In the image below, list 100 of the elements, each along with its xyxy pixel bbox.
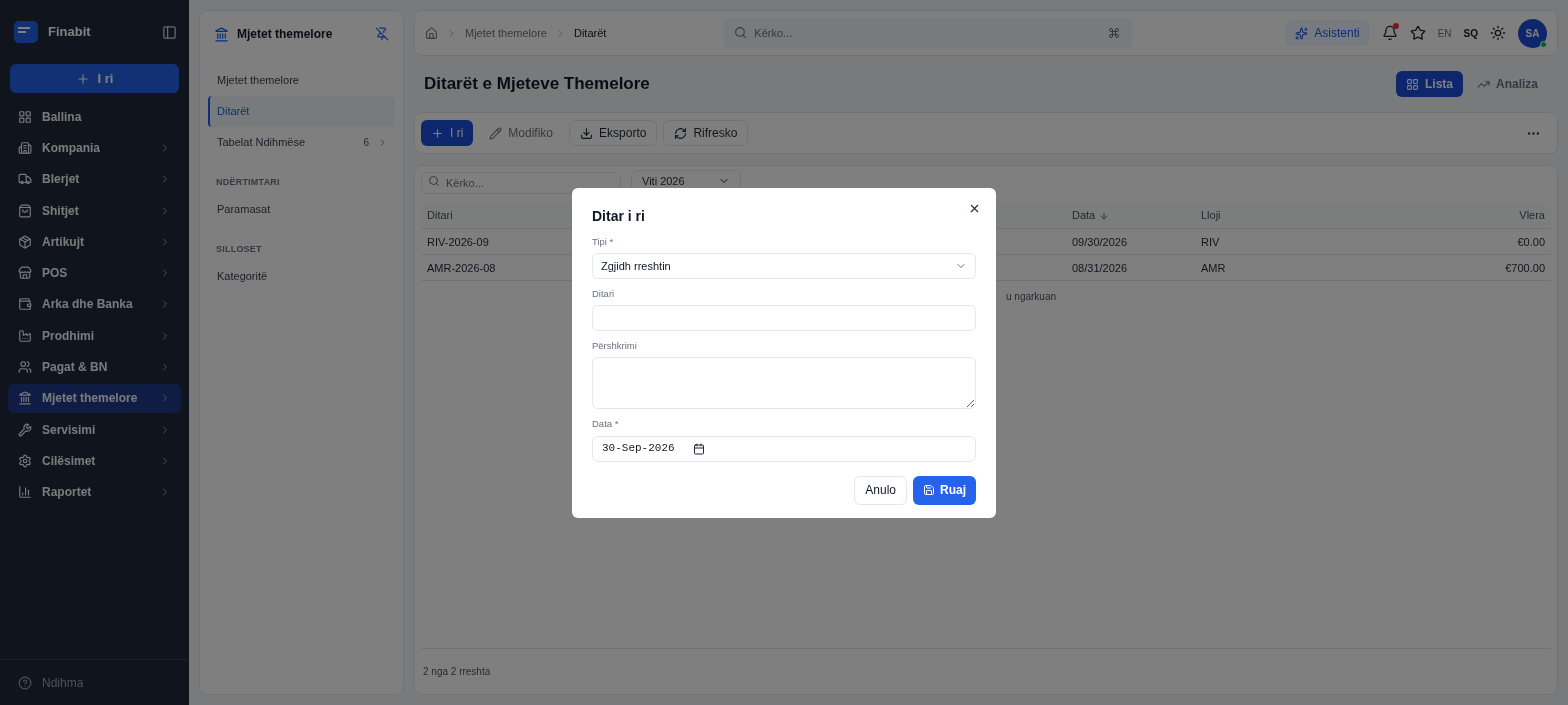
table-cell: AMR (1195, 255, 1351, 281)
command-icon (1108, 27, 1121, 39)
table-cell: €0.00 (1351, 229, 1551, 255)
nav-label: Ballina (42, 108, 82, 126)
search-icon (428, 175, 440, 187)
nav-item[interactable]: Artikujt (8, 227, 181, 257)
view-tab[interactable]: Analiza (1467, 71, 1548, 97)
nav-label: Arka dhe Banka (42, 296, 133, 314)
avatar[interactable]: SA (1518, 18, 1547, 48)
toolbar-button[interactable]: Rifresko (663, 120, 749, 146)
toolbar-button[interactable]: Eksporto (569, 120, 658, 146)
nav-label: Prodhimi (42, 327, 94, 345)
subnav-item[interactable]: Ditarët (208, 96, 395, 127)
sparkles-icon (1295, 26, 1309, 40)
sun-icon[interactable] (1490, 25, 1506, 41)
unpin-icon[interactable] (375, 27, 389, 41)
calendar-icon (692, 442, 705, 455)
subnav-label: Tabelat Ndihmëse (217, 135, 306, 151)
sort-arrow-icon (1099, 210, 1110, 221)
table-search-field[interactable]: Kërko... (421, 172, 621, 194)
text-field[interactable] (592, 305, 976, 331)
people-icon (18, 360, 32, 374)
nav-label: Mjetet themelore (42, 390, 138, 408)
breadcrumb[interactable]: Mjetet themelore (465, 24, 547, 42)
nav-item[interactable]: Ballina (8, 102, 181, 132)
nav-item[interactable]: Blerjet (8, 164, 181, 194)
nav-item[interactable]: Prodhimi (8, 321, 181, 351)
nav-item[interactable]: Shitjet (8, 195, 181, 226)
assistant-button[interactable]: Asistenti (1285, 20, 1370, 46)
nav-item[interactable]: Pagat & BN (8, 352, 181, 382)
search-field[interactable]: Kërko... (724, 18, 1133, 48)
nav-label: Servisimi (42, 421, 96, 439)
new-button[interactable]: I ri (10, 64, 179, 93)
plus-icon (431, 126, 444, 140)
dialog-title: Ditar i ri (592, 206, 646, 226)
nav-label: Pagat & BN (42, 359, 108, 376)
table-cell: 09/30/2026 (1066, 229, 1195, 255)
building-icon (18, 140, 32, 155)
building-icon (214, 26, 229, 42)
field-label: Data * (592, 417, 620, 432)
nav-item[interactable]: Cilësimet (8, 446, 181, 476)
table-cell: 08/31/2026 (1066, 255, 1195, 281)
save-icon (923, 484, 935, 496)
table-cell: RIV (1195, 229, 1351, 255)
field-label: Ditari (592, 286, 616, 301)
sidebar-toggle-icon[interactable] (162, 24, 177, 40)
subnav-item[interactable]: Paramasat (208, 194, 395, 225)
nav-label: POS (42, 265, 68, 283)
subnav-item[interactable]: Tabelat Ndihmëse 6 (208, 127, 395, 158)
item-count: 6 (363, 136, 369, 150)
subnav-label: Mjetet themelore (217, 73, 299, 89)
bell-icon[interactable] (1381, 25, 1398, 41)
table-cell: €700.00 (1351, 255, 1551, 281)
help-link[interactable]: Ndihma (42, 673, 84, 692)
gear-icon (18, 453, 32, 468)
subnav-item[interactable]: Kategoritë (208, 261, 395, 292)
view-tab[interactable]: Lista (1395, 71, 1463, 97)
subnav-label: Ditarët (217, 104, 250, 120)
box-icon (18, 234, 32, 249)
grid-icon (18, 109, 32, 124)
download-icon (580, 126, 594, 140)
plus-icon (75, 71, 90, 86)
type-select[interactable]: Zgjidh rreshtin (592, 252, 976, 279)
subnav-label: Kategoritë (217, 269, 268, 285)
row-count: 2 nga 2 rreshta (423, 665, 491, 679)
nav-label: Kompania (42, 139, 100, 157)
home-icon[interactable] (425, 26, 438, 40)
nav-item[interactable]: Mjetet themelore (8, 383, 181, 413)
language-option[interactable]: SQ (1463, 25, 1478, 41)
cancel-button[interactable]: Anulo (854, 475, 907, 505)
nav-label: Raportet (42, 484, 92, 502)
subnav-title: Mjetet themelore (237, 26, 333, 43)
star-icon[interactable] (1409, 25, 1426, 41)
nav-label: Shitjet (42, 202, 79, 220)
search-icon (734, 26, 748, 39)
help-icon (18, 675, 32, 690)
brand-name: Finabit (48, 23, 91, 42)
save-button[interactable]: Ruaj (913, 475, 976, 505)
field-label: Përshkrimi (592, 339, 638, 353)
date-field[interactable]: 30-Sep-2026 (592, 435, 976, 462)
wrench-icon (18, 422, 32, 437)
nav-item[interactable]: Arka dhe Banka (8, 289, 181, 320)
factory-icon (18, 328, 32, 343)
nav-label: Blerjet (42, 171, 80, 189)
nav-label: Artikujt (42, 233, 84, 251)
nav-item[interactable]: Raportet (8, 477, 181, 507)
language-option[interactable]: EN (1437, 25, 1452, 41)
nav-item[interactable]: Kompania (8, 133, 181, 163)
toolbar-button[interactable]: I ri (421, 120, 474, 146)
nav-item[interactable]: Servisimi (8, 414, 181, 445)
breadcrumb: Ditarët (573, 25, 607, 41)
field-label: Tipi * (592, 234, 615, 249)
section-heading: SILLOSET (215, 243, 263, 257)
bar-chart-icon (18, 485, 32, 500)
nav-item[interactable]: POS (8, 258, 181, 288)
store-icon (18, 266, 32, 281)
description-field[interactable] (592, 357, 976, 410)
logo-icon (12, 18, 40, 46)
subnav-item[interactable]: Mjetet themelore (208, 65, 395, 96)
refresh-icon (674, 126, 688, 140)
